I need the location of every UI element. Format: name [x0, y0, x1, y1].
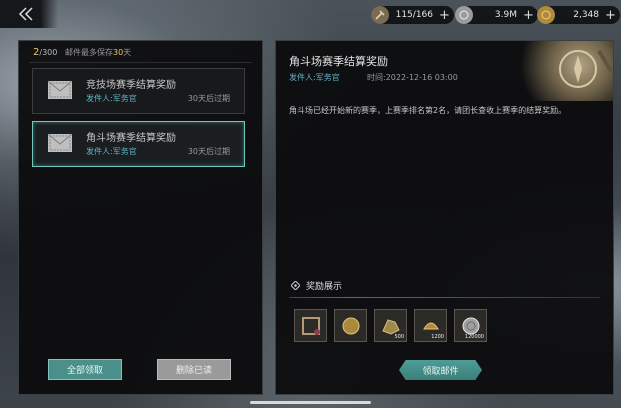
gold-value: 2,348: [573, 10, 599, 20]
mail-list-panel: 2/300 邮件最多保存30天 竞技场赛季结算奖励 发件人:军务官 30天后过期…: [18, 40, 263, 395]
mail-item-selected[interactable]: 角斗场赛季结算奖励 发件人:军务官 30天后过期: [32, 121, 245, 167]
mail-title: 竞技场赛季结算奖励: [86, 80, 176, 91]
frame-item-icon: [301, 316, 320, 335]
reward-items: 500 1200 120000: [294, 309, 487, 342]
add-gold-button[interactable]: +: [605, 9, 616, 22]
divider: [29, 62, 252, 63]
resource-gold: 2,348 +: [537, 6, 620, 24]
envelope-icon: [47, 133, 73, 152]
resource-silver: 3.9M +: [455, 6, 538, 24]
divider: [289, 297, 600, 298]
diamond-icon: [291, 281, 300, 290]
mail-sender: 发件人:军务官: [86, 147, 137, 156]
mail-expire: 30天后过期: [187, 94, 230, 103]
claim-all-button[interactable]: 全部领取: [48, 359, 122, 380]
delete-read-button[interactable]: 删除已读: [157, 359, 231, 380]
reward-qty: 500: [394, 334, 404, 340]
energy-value: 115/166: [395, 10, 433, 20]
silver-value: 3.9M: [494, 10, 517, 20]
mail-count-total: /300: [39, 48, 58, 57]
silver-coin-icon: [455, 6, 473, 24]
compass-illustration: [503, 41, 613, 101]
reward-header: 奖励展示: [291, 279, 342, 292]
compass-icon: [559, 49, 613, 88]
reward-qty: 1200: [431, 334, 444, 340]
mail-detail-body: 角斗场已经开始新的赛季，上赛季排名第2名，请团长查收上赛季的结算奖励。: [289, 106, 567, 115]
mail-retention-days: 30: [112, 48, 124, 57]
mail-detail-time: 时间:2022-12-16 03:00: [367, 73, 458, 82]
mail-expire: 30天后过期: [187, 147, 230, 156]
reward-item[interactable]: [334, 309, 367, 342]
add-silver-button[interactable]: +: [523, 9, 534, 22]
mail-title: 角斗场赛季结算奖励: [86, 133, 176, 144]
add-energy-button[interactable]: +: [439, 9, 450, 22]
back-button[interactable]: [0, 0, 58, 28]
reward-item[interactable]: 1200: [414, 309, 447, 342]
reward-item[interactable]: [294, 309, 327, 342]
hammer-icon: [371, 6, 389, 24]
mail-detail-sender: 发件人:军务官: [289, 73, 340, 82]
top-bar: 115/166 + 3.9M + 2,348 +: [0, 0, 621, 32]
reward-qty: 120000: [464, 334, 484, 340]
claim-mail-button[interactable]: 领取邮件: [399, 360, 482, 380]
home-indicator[interactable]: [250, 401, 371, 404]
mail-retention-suffix: 天: [123, 48, 132, 57]
mail-item[interactable]: 竞技场赛季结算奖励 发件人:军务官 30天后过期: [32, 68, 245, 114]
mail-retention-note: 邮件最多保存: [64, 48, 113, 57]
mail-detail-title: 角斗场赛季结算奖励: [289, 55, 388, 68]
back-arrow-icon: [18, 7, 33, 21]
gold-medal-icon: [342, 317, 359, 334]
envelope-icon: [47, 80, 73, 99]
mail-sender: 发件人:军务官: [86, 94, 137, 103]
gold-coin-icon: [537, 6, 555, 24]
reward-header-label: 奖励展示: [306, 282, 343, 292]
resource-energy: 115/166 +: [371, 6, 454, 24]
reward-item[interactable]: 500: [374, 309, 407, 342]
reward-item[interactable]: 120000: [454, 309, 487, 342]
mail-detail-panel: 角斗场赛季结算奖励 发件人:军务官 时间:2022-12-16 03:00 角斗…: [275, 40, 614, 395]
mail-count: 2/300 邮件最多保存30天: [33, 47, 131, 58]
